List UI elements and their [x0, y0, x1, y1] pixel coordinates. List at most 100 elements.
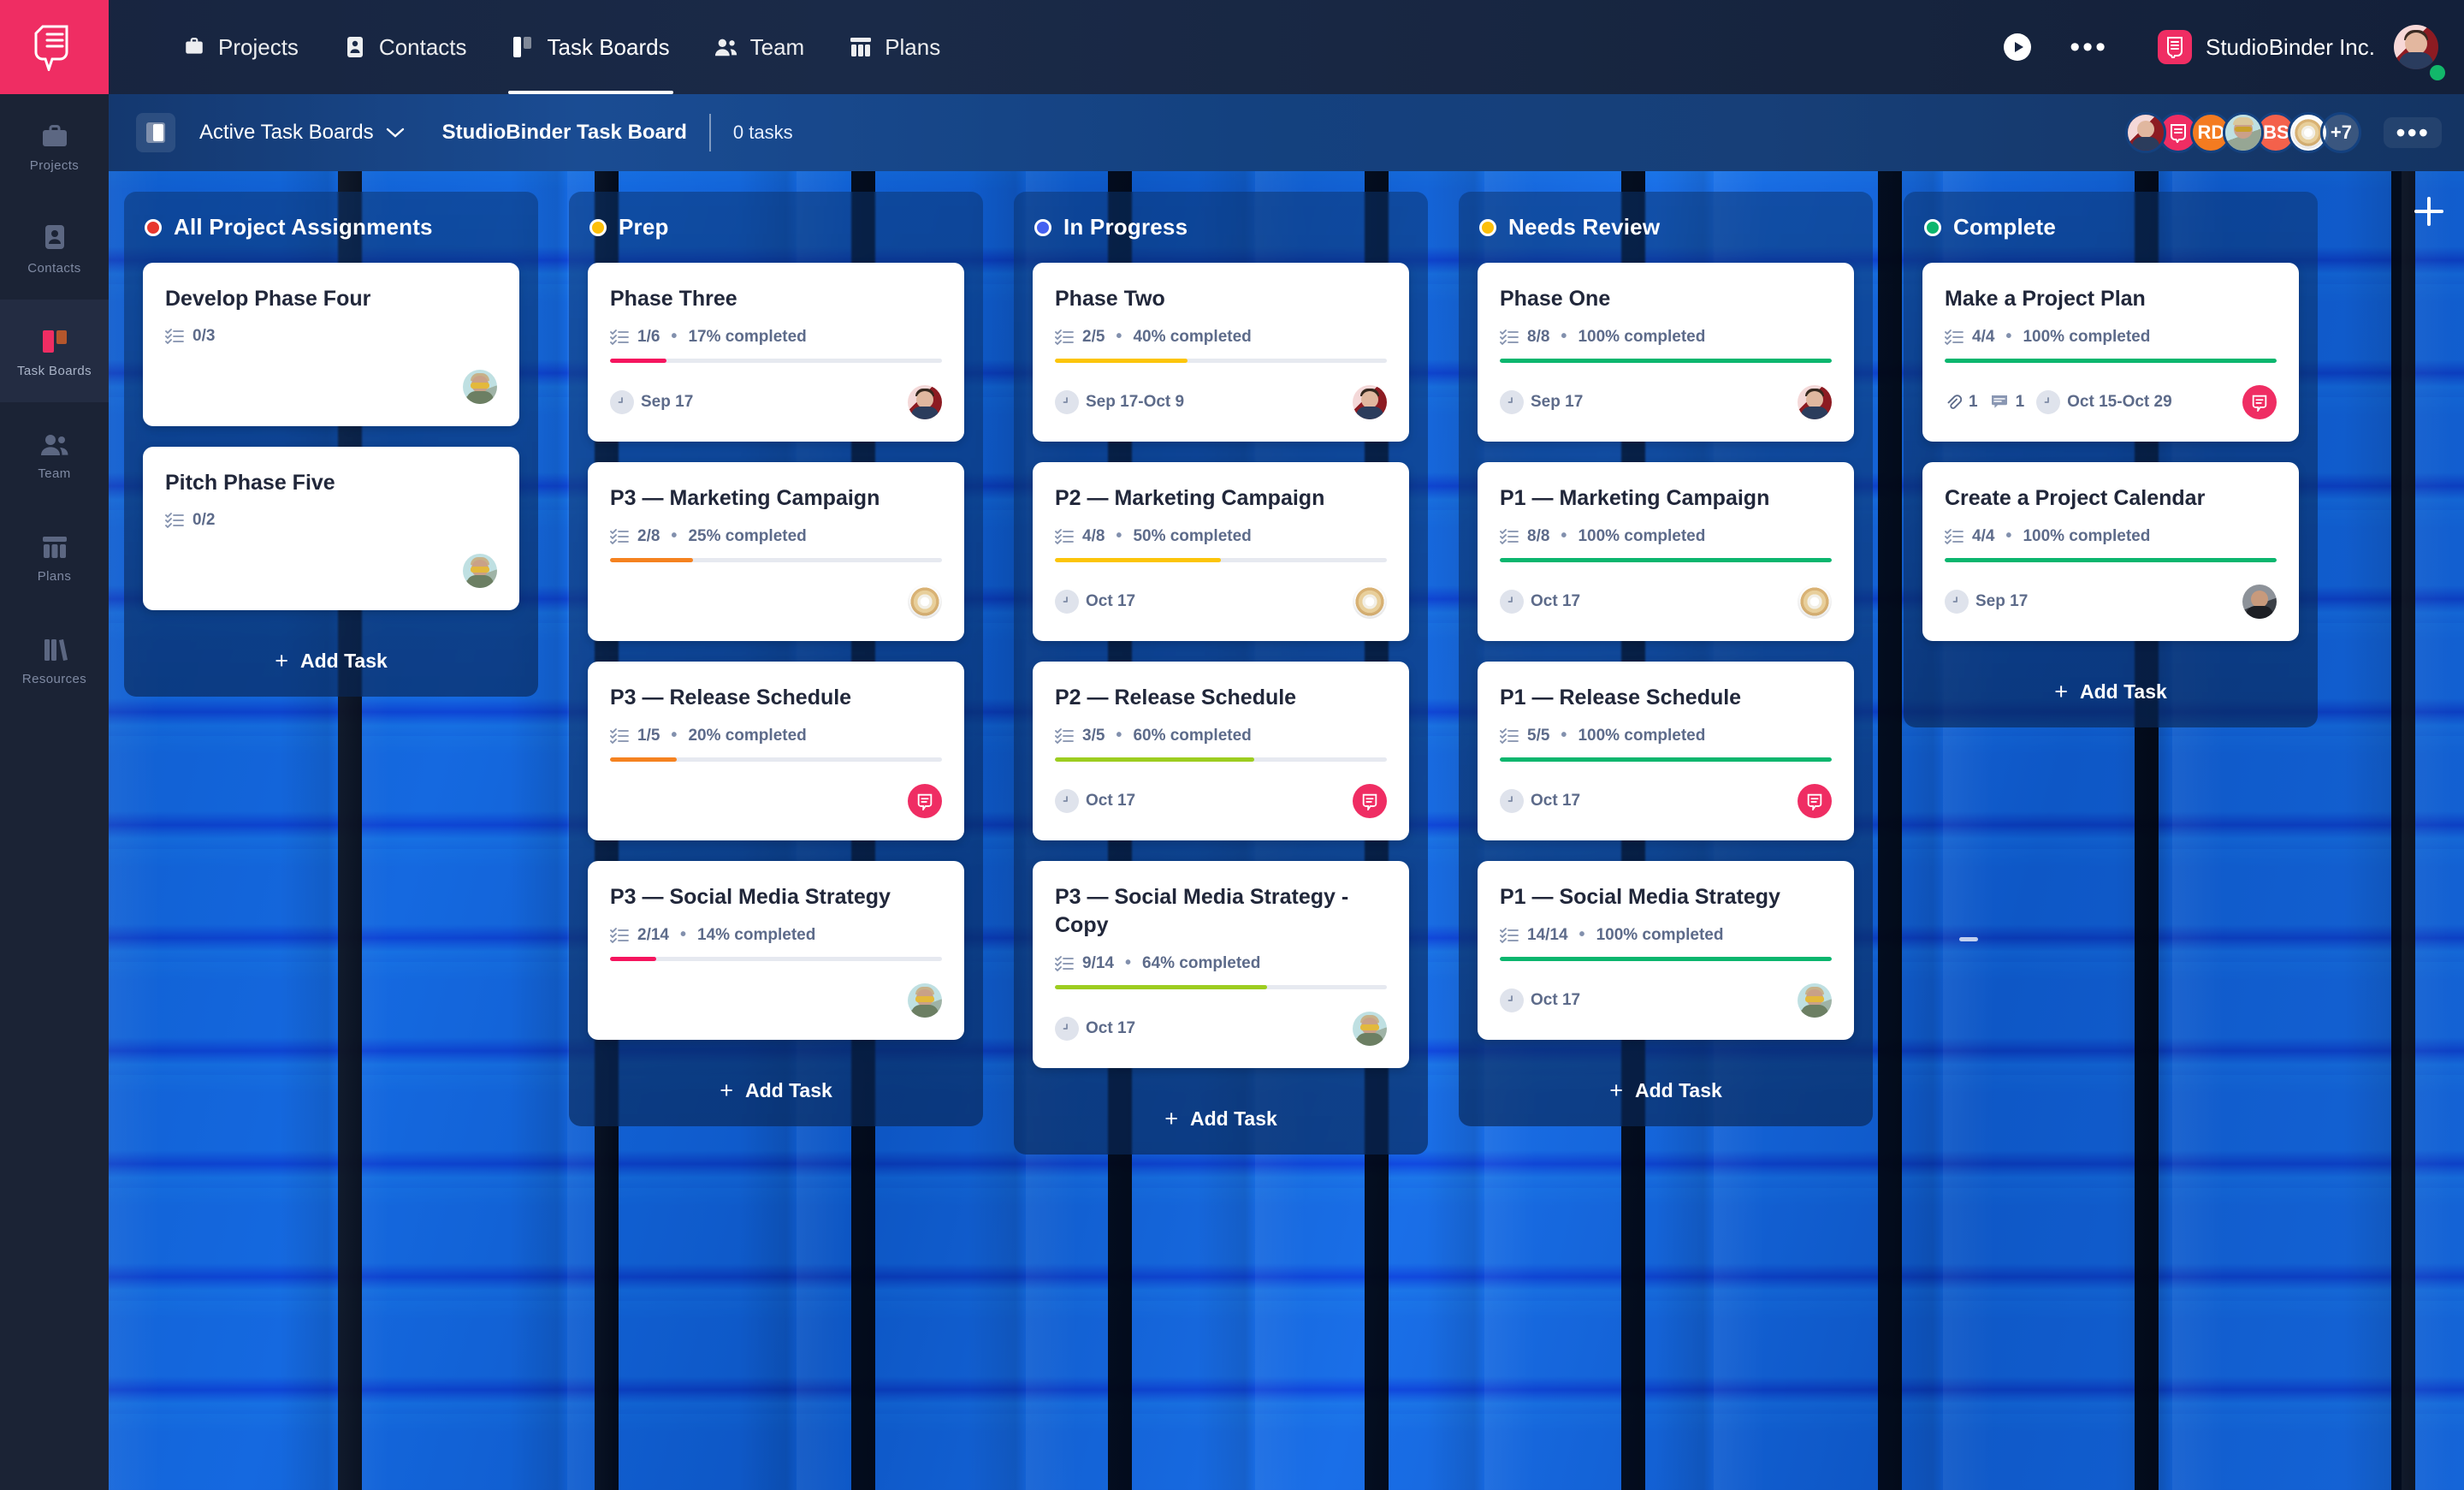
progress-bar: [1500, 359, 1832, 363]
assignee-avatar[interactable]: [463, 554, 497, 588]
brand-switcher[interactable]: StudioBinder Inc.: [2157, 30, 2375, 64]
task-card[interactable]: P3 — Social Media Strategy - Copy 9/14 • 64…: [1033, 861, 1409, 1068]
column-header[interactable]: Complete: [1922, 211, 2299, 263]
column-header[interactable]: All Project Assignments: [143, 211, 519, 263]
rail-item-team[interactable]: Team: [0, 402, 109, 505]
task-card[interactable]: P1 — Social Media Strategy 14/14 • 100% com…: [1478, 861, 1854, 1040]
comment-badge[interactable]: [908, 784, 942, 818]
assignee-avatar[interactable]: [1353, 1012, 1387, 1046]
card-footer-right: [908, 385, 942, 419]
board-column: Needs Review Phase One 8/8 • 100% completed…: [1443, 192, 1888, 1490]
play-circle-icon[interactable]: [2003, 33, 2032, 62]
task-card[interactable]: P2 — Release Schedule 3/5 • 60% completed Oc…: [1033, 662, 1409, 840]
comment-badge[interactable]: [1353, 784, 1387, 818]
attachment-count: 1: [1945, 393, 1978, 412]
chat-bubble-icon: [2252, 395, 2267, 412]
rail-item-resources[interactable]: Resources: [0, 608, 109, 710]
nav-item-contacts[interactable]: Contacts: [321, 0, 489, 94]
clock-icon: [1500, 390, 1524, 414]
meta-separator: •: [1561, 726, 1567, 745]
assignee-avatar[interactable]: [908, 385, 942, 419]
add-task-button[interactable]: + Add Task: [1478, 1060, 1854, 1126]
comment-badge[interactable]: [2242, 385, 2277, 419]
checklist-icon: [1500, 528, 1519, 544]
task-card[interactable]: Pitch Phase Five 0/2: [143, 447, 519, 610]
card-checklist: 2/8: [637, 526, 660, 545]
card-footer: Sep 17: [1500, 382, 1832, 423]
task-card[interactable]: Phase Two 2/5 • 40% completed Sep 17-Oct 9: [1033, 263, 1409, 442]
assignee-avatar[interactable]: [463, 370, 497, 404]
panel-toggle-icon[interactable]: [136, 113, 175, 152]
card-footer: 1 1 Oct 15-Oct 29: [1945, 382, 2277, 423]
donut-avatar[interactable]: [908, 585, 942, 619]
add-task-button[interactable]: + Add Task: [1922, 662, 2299, 727]
nav-label: Plans: [885, 33, 941, 60]
assignee-avatar[interactable]: [1353, 385, 1387, 419]
assignee-avatar[interactable]: [1798, 983, 1832, 1018]
due-date: Oct 17: [1500, 789, 1580, 813]
nav-item-projects[interactable]: Projects: [160, 0, 321, 94]
card-footer: Oct 17: [1500, 581, 1832, 622]
card-footer-right: [908, 983, 942, 1018]
task-count: 0 tasks: [732, 122, 793, 143]
rail-item-plans[interactable]: Plans: [0, 505, 109, 608]
rail-item-contacts[interactable]: Contacts: [0, 197, 109, 300]
card-title: Develop Phase Four: [165, 287, 371, 311]
task-card[interactable]: P1 — Release Schedule 5/5 • 100% completed O…: [1478, 662, 1854, 840]
rail-item-task-boards[interactable]: Task Boards: [0, 300, 109, 402]
comment-badge[interactable]: [1798, 784, 1832, 818]
contact-card-icon: [41, 222, 68, 252]
task-card[interactable]: P1 — Marketing Campaign 8/8 • 100% complete…: [1478, 462, 1854, 641]
meta-separator: •: [1116, 526, 1122, 545]
progress-bar: [1055, 757, 1387, 762]
add-task-button[interactable]: + Add Task: [588, 1060, 964, 1126]
member-avatar[interactable]: [2125, 112, 2167, 153]
progress-bar: [1500, 757, 1832, 762]
board-filter-dropdown[interactable]: Active Task Boards: [199, 121, 405, 145]
card-title: Phase Two: [1055, 287, 1165, 311]
task-card[interactable]: P3 — Social Media Strategy 2/14 • 14% compl…: [588, 861, 964, 1040]
card-checklist: 0/2: [192, 511, 216, 529]
briefcase-icon: [38, 119, 71, 150]
nav-item-team[interactable]: Team: [692, 0, 827, 94]
donut-avatar[interactable]: [1353, 585, 1387, 619]
user-avatar[interactable]: [2394, 25, 2438, 69]
add-column-button[interactable]: [2414, 197, 2443, 226]
progress-bar: [1945, 558, 2277, 562]
rail-label: Team: [38, 466, 71, 481]
card-spacer: [165, 542, 497, 550]
column-header[interactable]: Needs Review: [1478, 211, 1854, 263]
task-card[interactable]: Phase Three 1/6 • 17% completed Sep 17: [588, 263, 964, 442]
column-header[interactable]: In Progress: [1033, 211, 1409, 263]
task-card[interactable]: P3 — Marketing Campaign 2/8 • 25% completed: [588, 462, 964, 641]
member-avatar[interactable]: [2223, 112, 2265, 153]
task-card[interactable]: Create a Project Calendar 4/4 • 100% comple…: [1922, 462, 2299, 641]
donut-avatar[interactable]: [1798, 585, 1832, 619]
card-checklist: 3/5: [1082, 726, 1105, 745]
card-checklist: 4/4: [1972, 526, 1995, 545]
assignee-avatar[interactable]: [2242, 585, 2277, 619]
toolbar-more-icon[interactable]: •••: [2384, 117, 2442, 148]
assignee-avatar[interactable]: [908, 983, 942, 1018]
nav-item-task-boards[interactable]: Task Boards: [489, 0, 692, 94]
column-header[interactable]: Prep: [588, 211, 964, 263]
ellipsis-icon[interactable]: •••: [2070, 33, 2108, 62]
task-card[interactable]: Phase One 8/8 • 100% completed Sep 17: [1478, 263, 1854, 442]
assignee-avatar[interactable]: [1798, 385, 1832, 419]
add-task-label: Add Task: [744, 1079, 832, 1101]
task-card[interactable]: Develop Phase Four 0/3: [143, 263, 519, 426]
add-task-button[interactable]: + Add Task: [1033, 1089, 1409, 1155]
column-resize-handle[interactable]: [1959, 937, 1978, 941]
task-card[interactable]: P3 — Release Schedule 1/5 • 20% completed: [588, 662, 964, 840]
plus-icon: +: [2054, 679, 2068, 704]
card-meta: 14/14 • 100% completed: [1500, 925, 1832, 945]
column-status-dot: [1924, 218, 1941, 236]
task-card[interactable]: Make a Project Plan 4/4 • 100% completed 1 1 O…: [1922, 263, 2299, 442]
task-card[interactable]: P2 — Marketing Campaign 4/8 • 50% completed…: [1033, 462, 1409, 641]
rail-item-projects[interactable]: Projects: [0, 94, 109, 197]
studiobinder-logo-icon[interactable]: [0, 0, 109, 94]
progress-bar: [1500, 558, 1832, 562]
nav-item-plans[interactable]: Plans: [826, 0, 962, 94]
add-task-button[interactable]: + Add Task: [143, 631, 519, 697]
member-overflow-count[interactable]: +7: [2320, 112, 2362, 153]
